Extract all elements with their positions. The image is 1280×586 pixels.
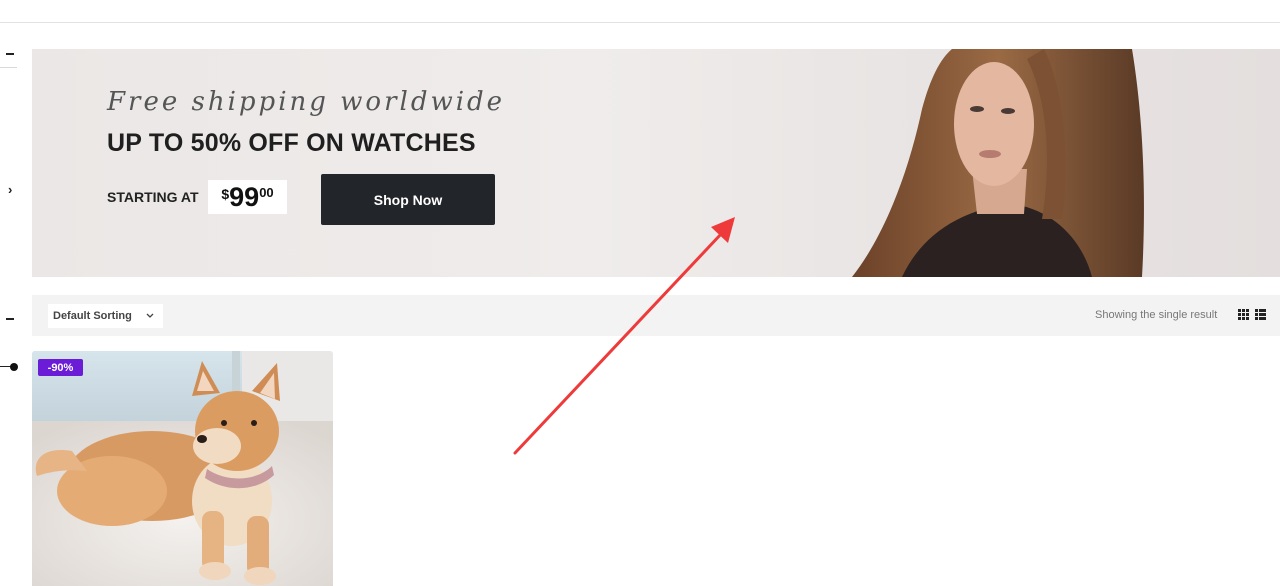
promo-banner: Free shipping worldwide UP TO 50% OFF ON… bbox=[32, 49, 1280, 277]
price-slider-handle[interactable] bbox=[10, 363, 18, 371]
sidebar-divider bbox=[0, 67, 17, 68]
price-cents: 00 bbox=[259, 185, 274, 200]
sort-dropdown[interactable]: Default Sorting bbox=[48, 304, 163, 328]
header-divider bbox=[0, 22, 1280, 23]
starting-at-label: STARTING AT bbox=[107, 189, 199, 205]
banner-headline: UP TO 50% OFF ON WATCHES bbox=[107, 129, 476, 157]
shop-now-button[interactable]: Shop Now bbox=[321, 174, 495, 225]
discount-badge: -90% bbox=[38, 359, 83, 376]
chevron-right-icon[interactable]: › bbox=[8, 182, 12, 197]
result-count: Showing the single result bbox=[1095, 309, 1218, 321]
collapse-icon[interactable] bbox=[6, 53, 14, 55]
collapse-icon[interactable] bbox=[6, 318, 14, 320]
price-currency: $ bbox=[221, 186, 230, 202]
model-photo bbox=[852, 49, 1144, 277]
banner-tagline: Free shipping worldwide bbox=[107, 87, 506, 117]
sort-selected-label: Default Sorting bbox=[53, 310, 132, 322]
chevron-down-icon bbox=[146, 313, 154, 318]
shop-toolbar: Default Sorting Showing the single resul… bbox=[32, 295, 1280, 336]
product-image[interactable] bbox=[32, 351, 333, 586]
list-icon[interactable] bbox=[1255, 309, 1266, 320]
price-tag: $ 99 00 bbox=[208, 180, 287, 214]
price-amount: 99 bbox=[229, 182, 260, 212]
product-card[interactable]: -90% bbox=[32, 351, 333, 586]
grid-icon[interactable] bbox=[1238, 309, 1249, 320]
